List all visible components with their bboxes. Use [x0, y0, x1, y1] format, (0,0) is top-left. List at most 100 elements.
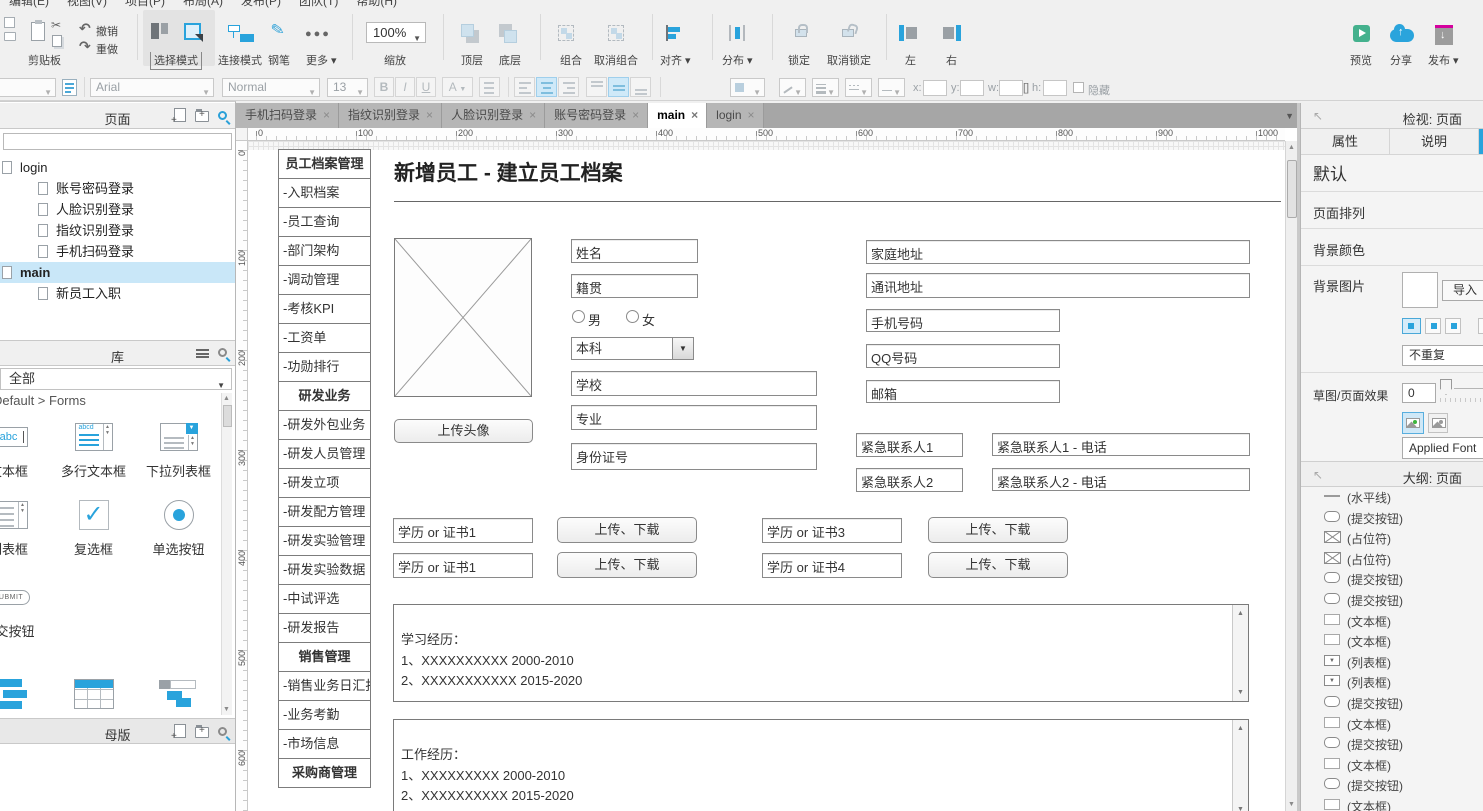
wireframe-divider-line[interactable]	[394, 201, 1281, 202]
menubar-item[interactable]: 项目(P)	[125, 0, 165, 8]
bg-align-button[interactable]	[1402, 318, 1421, 334]
home-address-field[interactable]: 家庭地址	[866, 240, 1250, 264]
wireframe-menu-item[interactable]: -功勋排行	[278, 352, 371, 382]
outline-item[interactable]: ▼(列表框)	[1301, 671, 1483, 692]
upload-download-button[interactable]: 上传、下载	[928, 517, 1068, 543]
canvas-vertical-scrollbar[interactable]: ▲ ▼	[1285, 141, 1297, 811]
wireframe-menu-item[interactable]: -工资单	[278, 323, 371, 353]
bring-to-front-icon[interactable]	[461, 24, 481, 44]
bg-repeat-select[interactable]: 不重复	[1402, 345, 1483, 366]
menubar-item[interactable]: 团队(T)	[299, 0, 338, 8]
cert-doc-field[interactable]: 学历 or 证书1	[393, 553, 533, 578]
library-widget[interactable]	[136, 674, 221, 714]
cert-doc-field[interactable]: 学历 or 证书4	[762, 553, 902, 578]
open-icon[interactable]	[4, 32, 16, 41]
wireframe-menu-item[interactable]: -考核KPI	[278, 294, 371, 324]
distribute-icon[interactable]	[729, 25, 745, 41]
preview-icon[interactable]	[1353, 25, 1370, 42]
lock-icon[interactable]	[795, 29, 807, 37]
pages-filter-input[interactable]	[3, 133, 232, 150]
distribute-label[interactable]: 分布 ▾	[722, 52, 753, 68]
wireframe-menu-header[interactable]: 研发业务	[278, 381, 371, 411]
cert-doc-field[interactable]: 学历 or 证书1	[393, 518, 533, 543]
canvas-tab[interactable]: 指纹识别登录×	[339, 103, 442, 128]
outline-item[interactable]: (占位符)	[1301, 548, 1483, 569]
library-widget[interactable]	[51, 674, 136, 714]
page-tree-item[interactable]: 指纹识别登录	[0, 220, 235, 241]
wireframe-menu-item[interactable]: -调动管理	[278, 265, 371, 295]
undo-icon[interactable]: ↶	[79, 20, 91, 37]
wireframe-menu-item[interactable]: -市场信息	[278, 729, 371, 759]
align-label[interactable]: 对齐 ▾	[660, 52, 691, 68]
library-search-icon[interactable]	[218, 348, 227, 357]
wireframe-menu-header[interactable]: 员工档案管理	[278, 149, 371, 179]
fill-color-select[interactable]: ▼	[730, 78, 765, 97]
work-history-textarea[interactable]: 工作经历： 1、XXXXXXXXX 2000-2010 2、XXXXXXXXXX…	[393, 719, 1249, 811]
wireframe-menu-item[interactable]: -研发配方管理	[278, 497, 371, 527]
tab-overflow-icon[interactable]: ▼	[1285, 111, 1294, 121]
wireframe-menu-item[interactable]: -业务考勤	[278, 700, 371, 730]
sketch-slider-thumb[interactable]	[1440, 379, 1452, 395]
outline-item[interactable]: (文本框)	[1301, 713, 1483, 734]
library-widget[interactable]: ✓复选框	[51, 495, 136, 558]
masters-search-icon[interactable]	[218, 727, 227, 736]
menubar[interactable]: 编辑(E)视图(V)项目(P)布局(A)发布(P)团队(T)帮助(H)	[0, 0, 1483, 8]
import-button[interactable]: 导入	[1442, 280, 1483, 301]
menubar-item[interactable]: 帮助(H)	[356, 0, 397, 8]
wireframe-menu-item[interactable]: -研发人员管理	[278, 439, 371, 469]
font-size-select[interactable]: 13▼	[327, 78, 368, 97]
outline-item[interactable]: (提交按钮)	[1301, 774, 1483, 795]
bg-image-swatch[interactable]	[1402, 272, 1438, 308]
library-widget[interactable]: SUBMIT提交按钮	[0, 577, 51, 640]
outline-item[interactable]: (文本框)	[1301, 610, 1483, 631]
page-align-label[interactable]: 页面排列	[1313, 203, 1365, 222]
outline-item[interactable]: (文本框)	[1301, 630, 1483, 651]
outline-item[interactable]: (提交按钮)	[1301, 568, 1483, 589]
applied-font-select[interactable]: Applied Font	[1402, 437, 1483, 459]
font-family-select[interactable]: Arial▼	[90, 78, 214, 97]
y-input[interactable]	[960, 80, 984, 96]
w-input[interactable]	[999, 80, 1023, 96]
font-color-button[interactable]: A ▼	[442, 77, 473, 97]
border-color-select[interactable]: ▼	[779, 78, 806, 97]
shape-style-select[interactable]: ▼	[0, 78, 56, 97]
collapse-pane-icon[interactable]: ↖	[1313, 109, 1323, 123]
publish-label[interactable]: 发布 ▾	[1428, 52, 1459, 68]
tab-close-icon[interactable]: ×	[426, 108, 433, 122]
library-scrollbar[interactable]: ▲ ▼	[221, 393, 232, 715]
sketch-slider-track[interactable]	[1454, 388, 1483, 389]
more-icon[interactable]: ●●●	[305, 28, 331, 40]
send-to-back-icon[interactable]	[499, 24, 519, 44]
canvas-tab[interactable]: 账号密码登录×	[545, 103, 648, 128]
tab-close-icon[interactable]: ×	[748, 108, 755, 122]
group-label[interactable]: 组合	[560, 52, 582, 68]
emergency1-field[interactable]: 紧急联系人1	[856, 433, 963, 457]
select-mode-icon[interactable]	[151, 23, 168, 42]
page-tree-item[interactable]: 账号密码登录	[0, 178, 235, 199]
upload-download-button[interactable]: 上传、下载	[557, 517, 697, 543]
undo-label[interactable]: 撤销	[96, 23, 118, 39]
unlock-label[interactable]: 取消锁定	[827, 52, 871, 68]
work-history-scrollbar[interactable]: ▲▼	[1232, 720, 1248, 811]
canvas-tab[interactable]: 手机扫码登录×	[236, 103, 339, 128]
redo-label[interactable]: 重做	[96, 41, 118, 57]
library-widget[interactable]: 单选按钮	[136, 495, 221, 558]
wireframe-menu-item[interactable]: -研发立项	[278, 468, 371, 498]
cut-icon[interactable]: ✂	[51, 18, 61, 32]
add-master-folder-icon[interactable]	[195, 727, 209, 738]
bullet-list-icon[interactable]	[479, 77, 500, 97]
underline-button[interactable]: U	[416, 77, 436, 97]
page-tree-item[interactable]: 手机扫码登录	[0, 241, 235, 262]
education-select[interactable]: 本科▼	[571, 337, 694, 360]
ungroup-label[interactable]: 取消组合	[594, 52, 638, 68]
share-label[interactable]: 分享	[1390, 52, 1412, 68]
redo-icon[interactable]: ↷	[79, 38, 91, 55]
align-left-icon[interactable]	[899, 25, 921, 41]
bold-button[interactable]: B	[374, 77, 394, 97]
italic-button[interactable]: I	[395, 77, 415, 97]
copy-icon[interactable]	[52, 35, 62, 47]
align-text-left-icon[interactable]	[514, 77, 535, 97]
tab-close-icon[interactable]: ×	[323, 108, 330, 122]
emergency1-phone-field[interactable]: 紧急联系人1 - 电话	[992, 433, 1250, 456]
align-text-right-icon[interactable]	[558, 77, 579, 97]
